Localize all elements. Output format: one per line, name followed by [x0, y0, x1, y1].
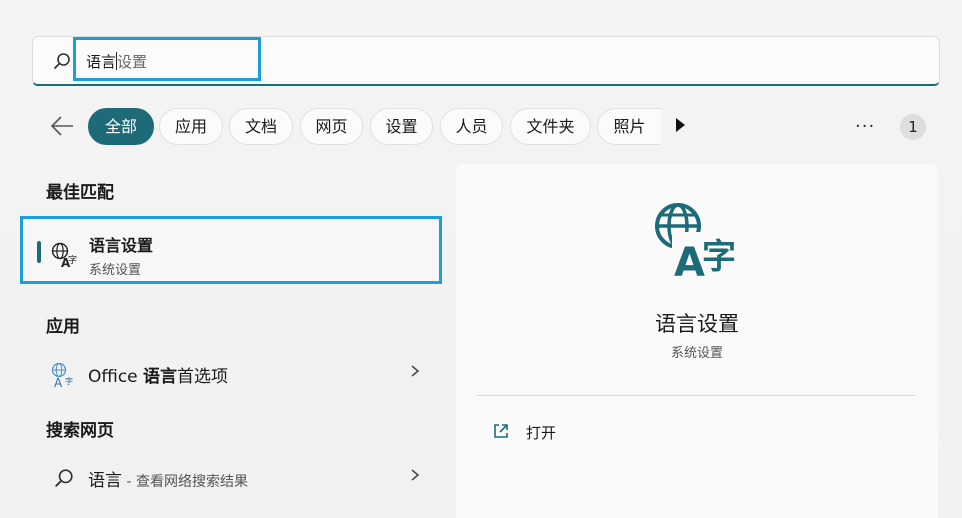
- app-result-suffix: 首选项: [177, 367, 229, 387]
- detail-subtitle: 系统设置: [670, 346, 723, 361]
- svg-text:字: 字: [68, 254, 77, 266]
- filter-all[interactable]: 全部: [88, 108, 154, 145]
- selection-indicator: [37, 241, 41, 263]
- app-result-prefix: Office: [88, 367, 144, 387]
- app-result-office-language[interactable]: A 字 Office 语言首选项: [46, 354, 436, 394]
- filter-folders[interactable]: 文件夹: [510, 108, 591, 145]
- web-result-query: 语言: [88, 471, 122, 491]
- filter-web[interactable]: 网页: [300, 108, 363, 145]
- web-search-heading: 搜索网页: [46, 421, 114, 441]
- search-input[interactable]: 语言设置: [86, 51, 147, 72]
- best-match-heading: 最佳匹配: [46, 183, 114, 203]
- best-match-item[interactable]: A 字 语言设置 系统设置: [20, 216, 442, 284]
- search-window: 语言设置 全部 应用 文档 网页 设置 人员 文件夹 照片 ··· 1 最佳匹配…: [0, 0, 962, 518]
- filter-people[interactable]: 人员: [440, 108, 503, 145]
- svg-text:A: A: [54, 376, 63, 388]
- detail-panel: A 字 语言设置 系统设置 打开: [456, 164, 938, 518]
- app-result-label: Office 语言首选项: [88, 362, 228, 387]
- web-result-label: 语言 - 查看网络搜索结果: [88, 466, 248, 491]
- search-typed-text: 语言: [86, 53, 117, 71]
- svg-text:字: 字: [65, 376, 73, 386]
- detail-title: 语言设置: [655, 312, 739, 336]
- language-icon: A 字: [655, 203, 740, 280]
- open-action[interactable]: 打开: [526, 422, 556, 443]
- app-result-match: 语言: [143, 367, 178, 387]
- filter-photos[interactable]: 照片: [597, 108, 661, 145]
- more-filters-icon[interactable]: [674, 117, 686, 133]
- svg-text:字: 字: [702, 237, 736, 277]
- account-badge[interactable]: 1: [900, 114, 926, 140]
- filter-documents[interactable]: 文档: [229, 108, 293, 145]
- search-input-highlight[interactable]: 语言设置: [73, 37, 261, 81]
- search-bar[interactable]: 语言设置: [32, 36, 940, 86]
- apps-heading: 应用: [46, 317, 80, 337]
- best-match-subtitle: 系统设置: [89, 263, 142, 278]
- search-suggestion-text: 设置: [117, 53, 148, 71]
- open-external-icon[interactable]: [492, 422, 510, 440]
- filter-settings[interactable]: 设置: [370, 108, 433, 145]
- detail-divider: [476, 395, 916, 396]
- svg-text:A: A: [674, 240, 705, 280]
- web-search-result[interactable]: 语言 - 查看网络搜索结果: [46, 458, 436, 498]
- search-icon: [54, 53, 70, 69]
- chevron-right-icon[interactable]: [410, 468, 420, 482]
- more-options-button[interactable]: ···: [855, 116, 875, 137]
- back-arrow-icon[interactable]: [50, 115, 74, 137]
- office-language-icon: A 字: [51, 362, 73, 388]
- web-result-subtext: - 查看网络搜索结果: [122, 474, 248, 490]
- filter-apps[interactable]: 应用: [159, 108, 223, 145]
- best-match-title: 语言设置: [89, 236, 154, 255]
- search-icon: [55, 469, 73, 487]
- language-icon: A 字: [51, 242, 77, 268]
- chevron-right-icon[interactable]: [410, 364, 420, 378]
